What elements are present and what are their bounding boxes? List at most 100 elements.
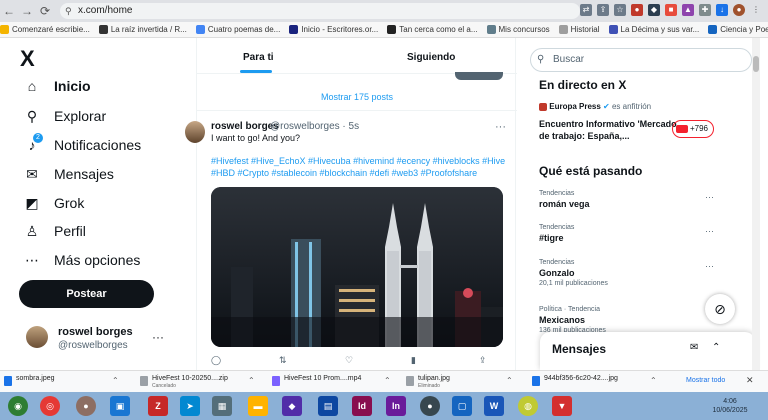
download-item[interactable]: HiveFest 10-20250....zip Cancelado ⌃ xyxy=(140,374,260,390)
address-bar[interactable]: ⚲ x.com/home xyxy=(60,3,580,19)
chevron-up-icon[interactable]: ⌃ xyxy=(112,376,119,385)
post-button[interactable]: Postear xyxy=(19,280,154,308)
bookmark-item[interactable]: La Décima y sus var... xyxy=(608,25,699,34)
nav-item-explore[interactable]: ⚲ Explorar xyxy=(24,108,106,124)
app-icon[interactable]: In xyxy=(386,396,406,416)
bookmark-item[interactable]: Ciencia y Poesía de... xyxy=(708,25,768,34)
bookmark-item[interactable]: Comenzaré escribie... xyxy=(0,25,90,34)
chrome-icon[interactable]: ◎ xyxy=(40,396,60,416)
app-icon[interactable]: ◍ xyxy=(518,396,538,416)
repost-icon[interactable]: ⇅ xyxy=(279,355,287,366)
account-switcher[interactable]: roswel borges @roswelborges ··· xyxy=(24,324,174,354)
tweet-more-icon[interactable]: ··· xyxy=(495,121,506,133)
tweet[interactable]: roswel borges @roswelborges · 5s ··· I w… xyxy=(185,110,517,370)
app-icon[interactable]: ▦ xyxy=(212,396,232,416)
show-all-downloads-link[interactable]: Mostrar todo xyxy=(686,377,725,384)
chevron-up-icon[interactable]: ⌃ xyxy=(384,376,391,385)
trend-item[interactable]: Tendencias #tigre ··· xyxy=(539,224,739,243)
app-icon[interactable]: ● xyxy=(76,396,96,416)
app-icon[interactable]: ◆ xyxy=(282,396,302,416)
avatar[interactable]: ● xyxy=(733,4,745,16)
tweet-avatar[interactable] xyxy=(185,121,205,143)
messages-drawer[interactable]: Mensajes ✉ ⌃ xyxy=(540,332,755,370)
more-icon[interactable]: ··· xyxy=(705,226,714,236)
scrollbar-thumb[interactable] xyxy=(753,56,759,72)
puzzle-icon[interactable]: ✚ xyxy=(699,4,711,16)
bookmark-item[interactable]: La raíz invertida / R... xyxy=(98,25,187,34)
folder-icon[interactable]: ▬ xyxy=(248,396,268,416)
tweet-hashtags[interactable]: #Hivefest #Hive_EchoX #Hivecuba #hivemin… xyxy=(211,155,511,179)
file-icon xyxy=(406,376,414,386)
app-icon[interactable]: ▣ xyxy=(110,396,130,416)
translate-icon[interactable]: ⇄ xyxy=(580,4,592,16)
tab-following[interactable]: Siguiendo xyxy=(407,52,455,63)
trend-item[interactable]: Tendencias román vega ··· xyxy=(539,190,739,209)
tab-for-you[interactable]: Para ti xyxy=(243,52,274,63)
nav-item-more[interactable]: ⋯ Más opciones xyxy=(24,252,140,268)
more-icon[interactable]: ··· xyxy=(705,192,714,202)
bookmark-star-icon[interactable]: ☆ xyxy=(614,4,626,16)
bookmark-item[interactable]: Inicio - Escritores.or... xyxy=(289,25,378,34)
bookmark-item[interactable]: Historial xyxy=(558,25,600,34)
app-icon[interactable]: Z xyxy=(148,396,168,416)
nav-item-profile[interactable]: ♙ Perfil xyxy=(24,223,86,239)
petronas-towers-photo xyxy=(211,187,503,347)
share-icon[interactable]: ⇪ xyxy=(479,355,487,366)
close-icon[interactable]: ✕ xyxy=(746,375,754,386)
download-item[interactable]: sombra.jpeg ⌃ xyxy=(4,374,124,390)
app-icon[interactable]: ▢ xyxy=(452,396,472,416)
extension-icon[interactable]: ◆ xyxy=(648,4,660,16)
timeline-tabs: Para ti Siguiendo xyxy=(197,38,517,74)
bookmark-item[interactable]: Cuatro poemas de... xyxy=(195,25,280,34)
start-icon[interactable]: ◉ xyxy=(8,396,28,416)
chevron-up-icon[interactable]: ⌃ xyxy=(248,376,255,385)
nav-item-messages[interactable]: ✉ Mensajes xyxy=(24,166,114,182)
extension-icon[interactable]: ■ xyxy=(665,4,677,16)
extension-icon[interactable]: ● xyxy=(631,4,643,16)
menu-icon[interactable]: ⋮ xyxy=(750,4,762,16)
new-message-icon[interactable]: ✉ xyxy=(690,342,698,353)
app-icon[interactable]: ▼ xyxy=(552,396,572,416)
new-posts-pill[interactable] xyxy=(455,72,503,80)
reply-icon[interactable]: ◯ xyxy=(211,355,221,366)
reload-icon[interactable]: ⟳ xyxy=(36,4,54,18)
nav-item-home[interactable]: ⌂ Inicio xyxy=(24,78,91,94)
nav-item-notifications[interactable]: ♪ 2 Notificaciones xyxy=(24,133,141,153)
download-item[interactable]: tulipan.jpg Eliminado ⌃ xyxy=(406,374,518,390)
indesign-icon[interactable]: Id xyxy=(352,396,372,416)
search-input[interactable]: ⚲ Buscar xyxy=(530,48,752,72)
live-listener-badge[interactable]: +796 xyxy=(672,120,714,138)
search-icon: ⚲ xyxy=(537,54,545,65)
download-item[interactable]: 944bf356-6c20-42....jpg ⌃ xyxy=(532,374,662,390)
nav-item-grok[interactable]: ◩ Grok xyxy=(24,195,84,211)
app-icon[interactable]: ● xyxy=(420,396,440,416)
bookmark-item[interactable]: Mis concursos xyxy=(486,25,550,34)
share-icon[interactable]: ⇪ xyxy=(597,4,609,16)
more-icon[interactable]: ··· xyxy=(705,261,714,271)
download-item[interactable]: HiveFest 10 Prom....mp4 ⌃ xyxy=(272,374,396,390)
extension-icon[interactable]: ▲ xyxy=(682,4,694,16)
download-icon[interactable]: ↓ xyxy=(716,4,728,16)
word-icon[interactable]: W xyxy=(484,396,504,416)
views-icon[interactable]: ▮ xyxy=(411,355,416,366)
show-new-posts-link[interactable]: Mostrar 175 posts xyxy=(197,92,517,102)
chevron-up-icon[interactable]: ⌃ xyxy=(650,376,657,385)
live-host[interactable]: Europa Press ✔ es anfitrión xyxy=(539,102,651,111)
tweet-author-name[interactable]: roswel borges xyxy=(211,121,279,132)
chevron-up-icon[interactable]: ⌃ xyxy=(506,376,513,385)
tweet-image[interactable] xyxy=(211,187,503,347)
trend-item[interactable]: Tendencias Gonzalo 20,1 mil publicacione… xyxy=(539,259,739,287)
like-icon[interactable]: ♡ xyxy=(345,355,353,366)
telegram-icon[interactable]: ➤ xyxy=(180,396,200,416)
page-scrollbar[interactable] xyxy=(752,38,760,370)
x-logo[interactable]: X xyxy=(20,46,35,72)
live-title[interactable]: Encuentro Informativo 'Mercado de trabaj… xyxy=(539,118,689,142)
system-clock[interactable]: 4:06 10/06/2025 xyxy=(710,397,750,415)
site-info-icon[interactable]: ⚲ xyxy=(65,3,72,19)
back-icon[interactable]: ← xyxy=(0,4,18,18)
expand-icon[interactable]: ⌃ xyxy=(712,342,720,353)
grok-floating-button[interactable]: ⊘ xyxy=(705,294,735,324)
forward-icon[interactable]: → xyxy=(18,4,36,18)
app-icon[interactable]: ▤ xyxy=(318,396,338,416)
bookmark-item[interactable]: Tan cerca como el a... xyxy=(387,25,478,34)
